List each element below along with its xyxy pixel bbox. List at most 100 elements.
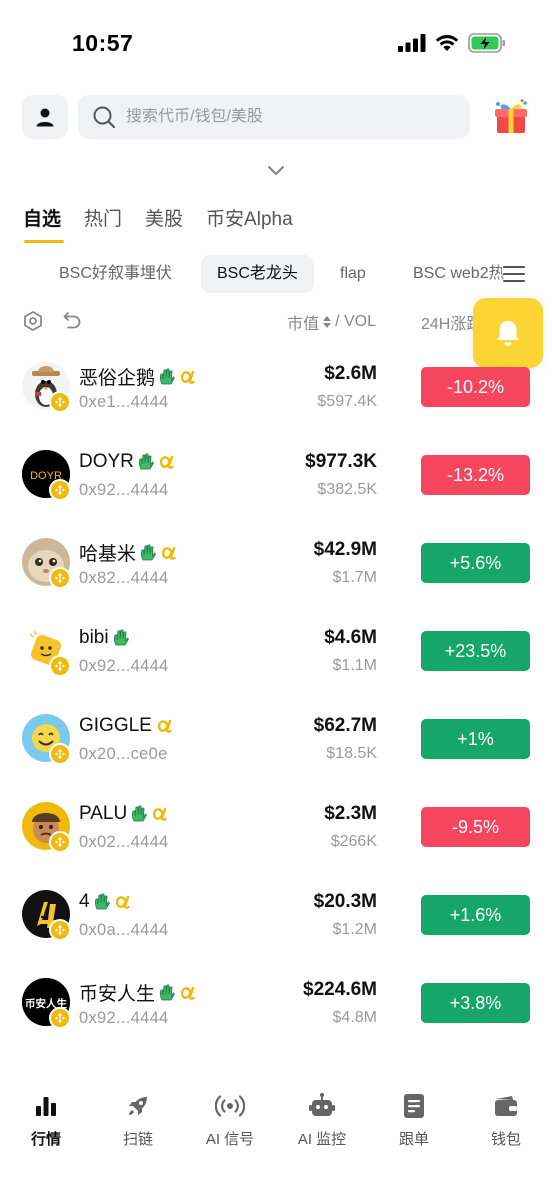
tab-us-stocks[interactable]: 美股	[145, 204, 183, 241]
token-name-wrap: PALU	[79, 803, 169, 825]
wave-hand-icon	[113, 629, 129, 646]
token-name: 恶俗企鹅	[79, 368, 156, 389]
token-change-badge: +23.5%	[421, 631, 530, 671]
token-address: 0x92...4444	[79, 1009, 169, 1027]
token-change-badge: +3.8%	[421, 983, 530, 1023]
wave-hand-icon	[94, 893, 110, 910]
subtab-bsc-web2[interactable]: BSC web2热	[413, 255, 505, 293]
token-name: 币安人生	[79, 984, 156, 1005]
alpha-icon	[157, 719, 172, 733]
settings-hex-icon[interactable]	[22, 310, 44, 332]
cellular-signal-icon	[398, 34, 426, 52]
token-address: 0x20...ce0e	[79, 745, 168, 763]
nav-label: 行情	[30, 1131, 61, 1148]
subtab-bsc-leaders[interactable]: BSC老龙头	[201, 255, 314, 293]
robot-icon	[309, 1093, 335, 1116]
token-row[interactable]: GIGGLE 0x20...ce0e $62.7M $18.5K +1%	[0, 695, 552, 783]
token-name-wrap: 4	[79, 891, 132, 913]
token-row[interactable]: 4 0x0a...4444 $20.3M $1.2M +1.6%	[0, 871, 552, 959]
nav-label: AI 监控	[297, 1131, 347, 1148]
bottom-nav: 行情 扫链 AI 信号 AI 监控 跟单 钱包	[0, 1080, 552, 1200]
bnb-chain-badge-icon	[49, 391, 71, 413]
token-name: 哈基米	[79, 544, 137, 565]
search-row	[0, 95, 552, 141]
status-icons	[398, 33, 506, 53]
alpha-icon	[115, 895, 130, 909]
token-row[interactable]: PALU 0x02...4444 $2.3M $266K -9.5%	[0, 783, 552, 871]
undo-icon[interactable]	[62, 310, 82, 330]
wave-hand-icon	[132, 805, 148, 822]
token-address: 0x02...4444	[79, 833, 169, 851]
nav-label: 跟单	[398, 1131, 429, 1148]
search-box[interactable]	[78, 95, 470, 139]
column-header: 市值 / VOL 24H涨跌	[0, 306, 552, 334]
bnb-chain-badge-icon	[49, 567, 71, 589]
sub-tabs: BSC好叙事埋伏 BSC老龙头 flap BSC web2热	[0, 255, 552, 293]
token-name-wrap: 哈基米	[79, 539, 178, 566]
token-vol: $18.5K	[326, 745, 377, 762]
user-icon	[36, 108, 54, 127]
subtab-flap[interactable]: flap	[340, 255, 366, 293]
token-change-badge: +1%	[421, 719, 530, 759]
nav-scan[interactable]: 扫链	[92, 1090, 184, 1149]
token-row[interactable]: bibi 0x92...4444 $4.6M $1.1M +23.5%	[0, 607, 552, 695]
token-mcap: $20.3M	[313, 891, 377, 912]
status-time: 10:57	[72, 30, 134, 56]
token-name-wrap: GIGGLE	[79, 715, 174, 737]
menu-icon[interactable]	[502, 264, 526, 284]
token-mcap: $62.7M	[313, 715, 377, 736]
tab-binance-alpha[interactable]: 币安Alpha	[206, 204, 293, 241]
alpha-icon	[180, 986, 195, 1000]
token-change-badge: +1.6%	[421, 895, 530, 935]
token-vol: $266K	[330, 833, 377, 850]
token-vol: $1.2M	[332, 921, 377, 938]
token-vol: $4.8M	[332, 1009, 377, 1026]
profile-button[interactable]	[22, 95, 68, 139]
tab-favorites[interactable]: 自选	[23, 204, 65, 243]
nav-label: AI 信号	[205, 1131, 255, 1148]
sort-24h-change[interactable]: 24H涨跌	[421, 310, 481, 334]
wave-hand-icon	[140, 544, 157, 560]
token-name: GIGGLE	[79, 715, 152, 736]
wallet-icon	[495, 1096, 517, 1116]
nav-ai-signal[interactable]: AI 信号	[184, 1090, 276, 1149]
nav-wallet[interactable]: 钱包	[460, 1090, 552, 1149]
nav-copy-trade[interactable]: 跟单	[368, 1090, 460, 1149]
token-name-wrap: DOYR	[79, 451, 176, 473]
token-row[interactable]: 币安人生 币安人生 0x92...4444 $224.6M $4.8M +3.8…	[0, 959, 552, 1047]
alpha-icon	[153, 807, 167, 821]
main-tabs: 自选 热门 美股 币安Alpha	[23, 204, 293, 243]
wifi-icon	[435, 35, 459, 51]
subtab-bsc-narrative[interactable]: BSC好叙事埋伏	[59, 255, 172, 293]
nav-market[interactable]: 行情	[0, 1090, 92, 1149]
alpha-icon	[161, 546, 176, 560]
sort-mcap-vol[interactable]: 市值 / VOL	[287, 310, 376, 334]
token-address: 0x82...4444	[79, 569, 169, 587]
token-vol: $597.4K	[317, 393, 377, 410]
token-mcap: $2.6M	[324, 363, 377, 384]
search-input[interactable]	[126, 108, 446, 126]
token-name: DOYR	[79, 451, 134, 472]
gift-icon[interactable]	[492, 99, 530, 135]
nav-label: 扫链	[122, 1131, 153, 1148]
bnb-chain-badge-icon	[49, 1007, 71, 1029]
chevron-down-icon[interactable]	[266, 164, 286, 178]
alpha-icon	[159, 455, 174, 469]
tab-hot[interactable]: 热门	[84, 204, 122, 241]
wave-hand-icon	[159, 984, 176, 1000]
token-mcap: $4.6M	[324, 627, 377, 648]
token-mcap: $42.9M	[313, 539, 377, 560]
token-row[interactable]: 恶俗企鹅 0xe1...4444 $2.6M $597.4K -10.2%	[0, 343, 552, 431]
token-row[interactable]: 哈基米 0x82...4444 $42.9M $1.7M +5.6%	[0, 519, 552, 607]
search-icon	[93, 106, 116, 129]
alpha-icon	[180, 370, 195, 384]
token-name: 4	[79, 891, 90, 912]
token-row[interactable]: DOYR DOYR 0x92...4444 $977.3K $382.5K -1…	[0, 431, 552, 519]
token-name-wrap: 恶俗企鹅	[79, 363, 197, 390]
token-name: bibi	[79, 627, 109, 648]
token-address: 0x0a...4444	[79, 921, 169, 939]
nav-ai-monitor[interactable]: AI 监控	[276, 1090, 368, 1149]
bnb-chain-badge-icon	[49, 743, 71, 765]
document-icon	[404, 1094, 424, 1118]
rocket-icon	[129, 1097, 147, 1115]
